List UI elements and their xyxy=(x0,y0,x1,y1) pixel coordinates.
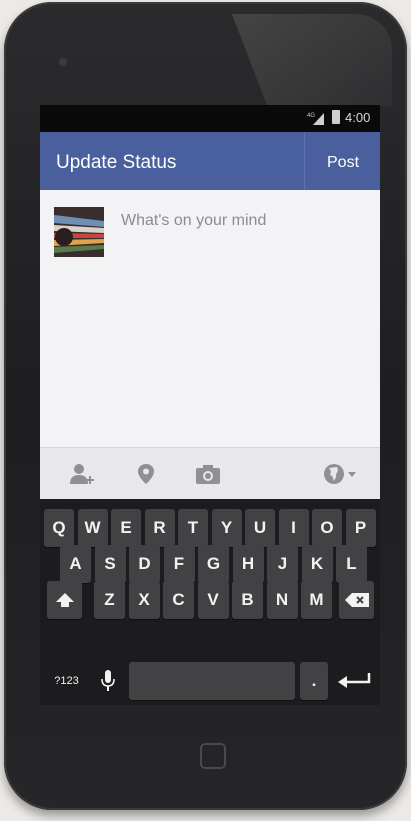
audience-globe-icon[interactable] xyxy=(323,462,359,486)
voice-input-key[interactable] xyxy=(92,662,124,700)
key-v[interactable]: V xyxy=(197,581,229,619)
shift-key[interactable] xyxy=(47,581,82,619)
key-d[interactable]: D xyxy=(129,545,160,583)
home-button[interactable] xyxy=(200,743,226,769)
key-j[interactable]: J xyxy=(267,545,298,583)
key-e[interactable]: E xyxy=(111,509,141,547)
shift-icon xyxy=(55,593,74,607)
tag-friends-icon[interactable] xyxy=(70,462,96,486)
status-bar: 4G 4:00 xyxy=(40,105,380,132)
screen-glare xyxy=(232,14,392,106)
key-k[interactable]: K xyxy=(301,545,333,583)
enter-icon xyxy=(337,673,370,688)
key-l[interactable]: L xyxy=(336,545,367,583)
period-key[interactable]: . xyxy=(300,662,328,700)
status-composer[interactable]: What's on your mind xyxy=(40,190,380,447)
status-time: 4:00 xyxy=(345,110,371,125)
action-bar: Update Status Post xyxy=(40,132,380,190)
enter-key[interactable] xyxy=(333,662,376,700)
key-h[interactable]: H xyxy=(232,545,264,583)
signal-icon: 4G xyxy=(307,113,324,125)
page-title: Update Status xyxy=(56,152,177,173)
network-type: 4G xyxy=(307,113,315,119)
battery-icon xyxy=(332,110,340,124)
keyboard: QWERTYUIOP ASDFGHJKL ZXCVBNM ?123 . xyxy=(40,499,380,705)
key-c[interactable]: C xyxy=(163,581,194,619)
key-g[interactable]: G xyxy=(198,545,229,583)
key-r[interactable]: R xyxy=(144,509,175,547)
key-s[interactable]: S xyxy=(94,545,126,583)
key-a[interactable]: A xyxy=(60,545,91,583)
post-button[interactable]: Post xyxy=(327,154,359,172)
key-z[interactable]: Z xyxy=(94,581,125,619)
space-key[interactable] xyxy=(129,662,295,700)
key-x[interactable]: X xyxy=(128,581,160,619)
status-input[interactable]: What's on your mind xyxy=(121,212,266,230)
symbols-key[interactable]: ?123 xyxy=(45,662,88,700)
key-u[interactable]: U xyxy=(245,509,275,547)
key-f[interactable]: F xyxy=(163,545,195,583)
screen: 4G 4:00 Update Status Post What's on you… xyxy=(40,105,380,705)
front-camera xyxy=(59,58,67,66)
key-q[interactable]: Q xyxy=(44,509,74,547)
backspace-key[interactable] xyxy=(339,581,374,619)
key-i[interactable]: I xyxy=(278,509,309,547)
composer-toolbar xyxy=(40,447,380,500)
microphone-icon xyxy=(101,670,115,691)
key-b[interactable]: B xyxy=(232,581,263,619)
action-divider xyxy=(304,132,305,190)
key-o[interactable]: O xyxy=(312,509,342,547)
key-w[interactable]: W xyxy=(77,509,108,547)
phone-frame: 4G 4:00 Update Status Post What's on you… xyxy=(4,2,407,810)
key-y[interactable]: Y xyxy=(211,509,242,547)
key-p[interactable]: P xyxy=(345,509,376,547)
location-icon[interactable] xyxy=(133,462,159,486)
backspace-icon xyxy=(344,593,369,607)
key-m[interactable]: M xyxy=(301,581,332,619)
avatar xyxy=(54,207,104,257)
key-t[interactable]: T xyxy=(178,509,208,547)
camera-icon[interactable] xyxy=(195,462,221,486)
key-n[interactable]: N xyxy=(266,581,298,619)
